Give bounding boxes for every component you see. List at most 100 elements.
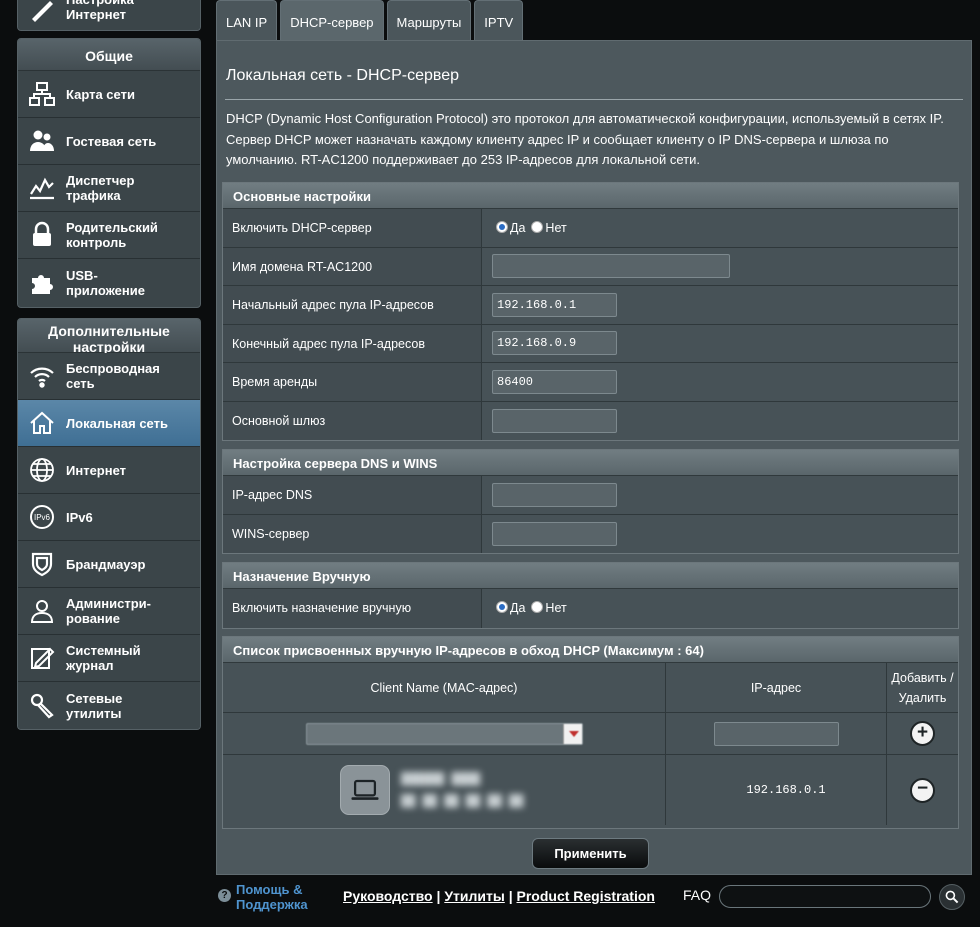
pool-end-row: Конечный адрес пула IP-адресов 192.168.0… bbox=[223, 324, 958, 363]
lock-icon bbox=[18, 212, 66, 259]
manual-assignment-section: Назначение Вручную Включить назначение в… bbox=[222, 562, 959, 629]
manual-ip-list-section: Список присвоенных вручную IP-адресов в … bbox=[222, 636, 959, 829]
field-label: IP-адрес DNS bbox=[223, 476, 482, 514]
sidebar-item-label: Локальная сеть bbox=[66, 415, 168, 431]
sidebar-item-usb-app[interactable]: USB- приложение bbox=[18, 259, 200, 306]
pool-end-input[interactable]: 192.168.0.9 bbox=[492, 331, 617, 356]
sidebar-item-network-map[interactable]: Карта сети bbox=[18, 71, 200, 118]
sidebar-item-label: IPv6 bbox=[66, 509, 93, 525]
tab-dhcp-server[interactable]: DHCP-сервер bbox=[280, 0, 384, 40]
content-panel: Локальная сеть - DHCP-сервер DHCP (Dynam… bbox=[216, 40, 972, 875]
enable-dhcp-yes-radio[interactable]: Да bbox=[496, 220, 525, 235]
help-support-label: Помощь & Поддержка bbox=[236, 882, 308, 912]
ip-address-input[interactable] bbox=[713, 721, 839, 746]
field-label: Имя домена RT-AC1200 bbox=[223, 247, 482, 285]
faq-label: FAQ bbox=[683, 887, 712, 903]
enable-dhcp-no-radio[interactable]: Нет bbox=[531, 220, 567, 235]
product-registration-link[interactable]: Product Registration bbox=[517, 888, 655, 904]
column-header-client: Client Name (MAC-адрес) bbox=[223, 663, 666, 712]
field-label: Основной шлюз bbox=[223, 401, 482, 440]
footer-links: Руководство | Утилиты | Product Registra… bbox=[343, 888, 655, 904]
sidebar-item-label: Брандмауэр bbox=[66, 556, 146, 572]
sidebar-item-network-tools[interactable]: Сетевые утилиты bbox=[18, 682, 200, 729]
sidebar-advanced-title: Дополнительные настройки bbox=[18, 319, 200, 355]
tools-icon bbox=[18, 682, 66, 729]
section-header: Список присвоенных вручную IP-адресов в … bbox=[223, 637, 958, 663]
home-icon bbox=[18, 400, 66, 447]
sidebar-item-internet-setup[interactable]: Настройка Интернет bbox=[18, 0, 200, 30]
search-button[interactable] bbox=[939, 884, 965, 910]
help-icon: ? bbox=[218, 889, 231, 902]
client-select[interactable] bbox=[305, 722, 583, 745]
tab-routes[interactable]: Маршруты bbox=[386, 0, 472, 40]
sidebar-general-group: Общие Карта сети Гостевая сеть Диспетчер… bbox=[17, 38, 201, 308]
title-divider bbox=[225, 99, 963, 100]
wins-server-row: WINS-сервер bbox=[223, 514, 958, 553]
column-header-ip: IP-адрес bbox=[666, 663, 887, 712]
add-entry-button[interactable]: + bbox=[910, 721, 935, 746]
page-description: DHCP (Dynamic Host Configuration Protoco… bbox=[226, 111, 944, 167]
field-label: Начальный адрес пула IP-адресов bbox=[223, 286, 482, 324]
tab-iptv[interactable]: IPTV bbox=[474, 0, 524, 40]
guest-network-icon bbox=[18, 118, 66, 165]
sidebar-item-label: Беспроводная сеть bbox=[66, 361, 160, 391]
gateway-input[interactable] bbox=[492, 408, 617, 433]
sidebar-item-label: USB- приложение bbox=[66, 267, 145, 298]
sidebar-advanced-group: Дополнительные настройки Беспроводная се… bbox=[17, 318, 201, 730]
table-header: Client Name (MAC-адрес) IP-адрес Добавит… bbox=[223, 663, 958, 713]
sidebar-item-label: Сетевые утилиты bbox=[66, 690, 123, 721]
pool-start-input[interactable]: 192.168.0.1 bbox=[492, 292, 617, 317]
help-support-link[interactable]: ? Помощь & Поддержка bbox=[218, 882, 308, 912]
enable-dhcp-row: Включить DHCP-сервер Да Нет bbox=[223, 209, 958, 248]
domain-name-input[interactable] bbox=[492, 254, 730, 279]
sidebar-item-traffic-manager[interactable]: Диспетчер трафика bbox=[18, 165, 200, 212]
sidebar-item-guest-network[interactable]: Гостевая сеть bbox=[18, 118, 200, 165]
dns-ip-row: IP-адрес DNS bbox=[223, 476, 958, 515]
sidebar-item-ipv6[interactable]: IPv6 IPv6 bbox=[18, 494, 200, 541]
wins-server-input[interactable] bbox=[492, 521, 617, 546]
chevron-down-icon[interactable] bbox=[562, 723, 582, 744]
shield-icon bbox=[18, 541, 66, 588]
internet-setup-icon bbox=[18, 0, 66, 30]
lease-time-input[interactable]: 86400 bbox=[492, 369, 617, 394]
wifi-icon bbox=[18, 353, 66, 400]
section-header: Назначение Вручную bbox=[223, 563, 958, 589]
entry-ip-value: 192.168.0.1 bbox=[666, 755, 887, 825]
manual-link[interactable]: Руководство bbox=[343, 888, 433, 904]
pool-start-row: Начальный адрес пула IP-адресов 192.168.… bbox=[223, 286, 958, 325]
sidebar-item-lan[interactable]: Локальная сеть bbox=[18, 400, 200, 447]
client-name-redacted: ██████ ████ bbox=[401, 772, 481, 786]
search-icon bbox=[945, 890, 959, 904]
enable-manual-row: Включить назначение вручную Да Нет bbox=[223, 589, 958, 628]
sidebar-item-parental-control[interactable]: Родительский контроль bbox=[18, 212, 200, 259]
basic-settings-section: Основные настройки Включить DHCP-сервер … bbox=[222, 182, 959, 441]
sidebar-item-label: Карта сети bbox=[66, 86, 135, 102]
page-title: Локальная сеть - DHCP-сервер bbox=[226, 67, 459, 84]
globe-icon bbox=[18, 447, 66, 494]
remove-entry-button[interactable]: − bbox=[910, 777, 935, 803]
sidebar-item-system-log[interactable]: Системный журнал bbox=[18, 635, 200, 682]
enable-manual-no-radio[interactable]: Нет bbox=[531, 601, 567, 615]
tab-lan-ip[interactable]: LAN IP bbox=[216, 0, 278, 40]
dns-wins-section: Настройка сервера DNS и WINS IP-адрес DN… bbox=[222, 449, 959, 554]
sidebar-item-firewall[interactable]: Брандмауэр bbox=[18, 541, 200, 588]
sidebar-item-internet[interactable]: Интернет bbox=[18, 447, 200, 494]
admin-user-icon bbox=[18, 588, 66, 635]
faq-search-input[interactable] bbox=[719, 885, 931, 908]
enable-manual-yes-radio[interactable]: Да bbox=[496, 601, 525, 615]
utilities-link[interactable]: Утилиты bbox=[444, 888, 504, 904]
sidebar-item-administration[interactable]: Администри- рование bbox=[18, 588, 200, 635]
client-mac-redacted: ██ ██ ██ ██ ██ ██ bbox=[401, 794, 524, 808]
sidebar-item-wireless[interactable]: Беспроводная сеть bbox=[18, 353, 200, 400]
table-row: ██████ ████ ██ ██ ██ ██ ██ ██ 192.168.0.… bbox=[223, 755, 958, 825]
sidebar-item-label: Диспетчер трафика bbox=[66, 173, 135, 203]
apply-button[interactable]: Применить bbox=[532, 838, 649, 869]
field-label: Конечный адрес пула IP-адресов bbox=[223, 324, 482, 362]
radio-selected-icon bbox=[496, 601, 508, 614]
sidebar-item-label: Администри- рование bbox=[66, 596, 151, 626]
domain-name-row: Имя домена RT-AC1200 bbox=[223, 247, 958, 286]
dns-ip-input[interactable] bbox=[492, 482, 617, 507]
sidebar-general-title: Общие bbox=[18, 39, 200, 71]
field-label: Включить назначение вручную bbox=[223, 589, 482, 628]
section-header: Настройка сервера DNS и WINS bbox=[223, 450, 958, 476]
